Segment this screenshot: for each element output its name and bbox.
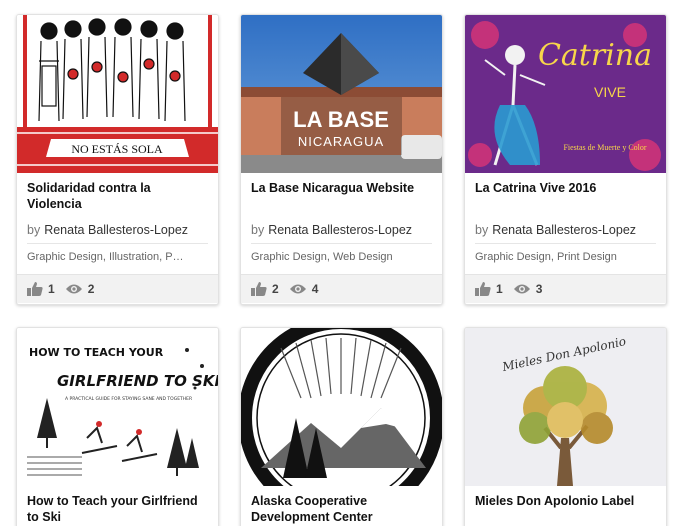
- eye-icon: [65, 284, 82, 294]
- owner-link[interactable]: Renata Ballesteros-Lopez: [44, 223, 188, 237]
- views-count: 3: [535, 282, 543, 296]
- owner-link[interactable]: Renata Ballesteros-Lopez: [268, 223, 412, 237]
- project-thumbnail[interactable]: NO ESTÁS SOLA: [17, 15, 218, 173]
- thumbnail-subtext: VIVE: [594, 84, 626, 100]
- project-thumbnail[interactable]: HOW TO TEACH YOUR GIRLFRIEND TO SKI A PR…: [17, 328, 218, 486]
- project-title[interactable]: Solidaridad contra la Violencia: [17, 173, 218, 217]
- project-fields: Graphic Design, Illustration, P…: [27, 251, 184, 263]
- project-fields: Graphic Design, Web Design: [251, 251, 393, 263]
- field-link[interactable]: Graphic Design: [475, 251, 551, 263]
- project-title[interactable]: La Catrina Vive 2016: [465, 173, 666, 217]
- by-label: by: [475, 223, 489, 237]
- project-card[interactable]: LA BASE NICARAGUA La Base Nicaragua Webs…: [240, 14, 443, 305]
- thumbs-up-icon: [251, 282, 267, 296]
- views-stat: 3: [513, 282, 543, 296]
- appreciations-count: 1: [496, 282, 503, 296]
- appreciations-count: 2: [272, 282, 279, 296]
- thumbnail-caption: Fiestas de Muerte y Color: [563, 143, 646, 152]
- field-link[interactable]: Web Design: [333, 251, 393, 263]
- thumbnail-text: HOW TO TEACH YOUR: [29, 346, 164, 359]
- appreciations-stat: 1: [27, 282, 55, 296]
- eye-icon: [513, 284, 530, 294]
- project-owner: by Renata Ballesteros-Lopez: [241, 217, 442, 237]
- project-card[interactable]: Mieles Don Apolonio Mieles Don Apolonio …: [464, 327, 667, 526]
- owner-link[interactable]: Renata Ballesteros-Lopez: [492, 223, 636, 237]
- views-stat: 4: [289, 282, 319, 296]
- thumbnail-text: NO ESTÁS SOLA: [71, 142, 163, 156]
- project-fields: Graphic Design, Print Design: [475, 251, 617, 263]
- project-title[interactable]: Alaska Cooperative Development Center: [241, 486, 442, 526]
- project-owner: by Renata Ballesteros-Lopez: [465, 217, 666, 237]
- field-link[interactable]: Graphic Design: [251, 251, 327, 263]
- project-thumbnail[interactable]: LA BASE NICARAGUA: [241, 15, 442, 173]
- project-title[interactable]: How to Teach your Girlfriend to Ski: [17, 486, 218, 526]
- eye-icon: [289, 284, 306, 294]
- project-stats: 1 3: [465, 274, 666, 303]
- views-count: 4: [311, 282, 319, 296]
- by-label: by: [251, 223, 265, 237]
- field-link[interactable]: Illustration: [109, 251, 159, 263]
- thumbs-up-icon: [27, 282, 43, 296]
- appreciations-stat: 1: [475, 282, 503, 296]
- project-title[interactable]: Mieles Don Apolonio Label: [465, 486, 666, 526]
- project-thumbnail[interactable]: Catrina VIVE Fiestas de Muerte y Color: [465, 15, 666, 173]
- views-count: 2: [87, 282, 95, 296]
- field-link[interactable]: Print Design: [557, 251, 617, 263]
- project-title[interactable]: La Base Nicaragua Website: [241, 173, 442, 217]
- project-card[interactable]: HOW TO TEACH YOUR GIRLFRIEND TO SKI A PR…: [16, 327, 219, 526]
- thumbnail-subtext: NICARAGUA: [298, 134, 384, 149]
- thumbs-up-icon: [475, 282, 491, 296]
- project-thumbnail[interactable]: [241, 328, 442, 486]
- project-stats: 2 4: [241, 274, 442, 303]
- thumbnail-text: LA BASE: [293, 107, 389, 132]
- project-stats: 1 2: [17, 274, 218, 303]
- appreciations-count: 1: [48, 282, 55, 296]
- project-card[interactable]: Alaska Cooperative Development Center: [240, 327, 443, 526]
- views-stat: 2: [65, 282, 95, 296]
- project-owner: by Renata Ballesteros-Lopez: [17, 217, 218, 237]
- thumbnail-text: Catrina: [538, 38, 652, 73]
- project-card[interactable]: Catrina VIVE Fiestas de Muerte y Color L…: [464, 14, 667, 305]
- thumbnail-caption: A PRACTICAL GUIDE FOR STAYING SANE AND T…: [65, 396, 192, 402]
- project-thumbnail[interactable]: Mieles Don Apolonio: [465, 328, 666, 486]
- field-link[interactable]: P…: [165, 251, 183, 263]
- field-link[interactable]: Graphic Design: [27, 251, 103, 263]
- appreciations-stat: 2: [251, 282, 279, 296]
- project-card[interactable]: NO ESTÁS SOLA Solidaridad contra la Viol…: [16, 14, 219, 305]
- by-label: by: [27, 223, 41, 237]
